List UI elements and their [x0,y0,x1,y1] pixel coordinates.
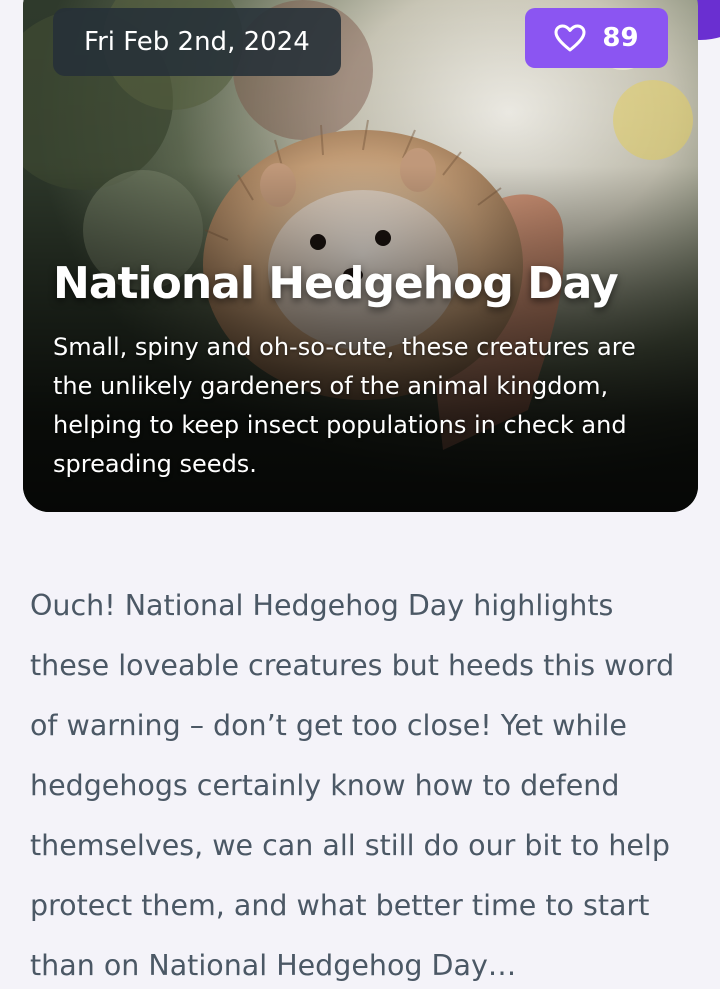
like-count: 89 [602,23,639,53]
like-button[interactable]: 89 [525,8,668,68]
heart-outline-icon [554,24,586,52]
event-title: National Hedgehog Day [53,258,619,309]
article-body: Ouch! National Hedgehog Day highlights t… [30,589,675,982]
date-chip: Fri Feb 2nd, 2024 [53,8,341,76]
hero-card: Fri Feb 2nd, 2024 89 National Hedgehog D… [23,0,698,512]
event-summary: Small, spiny and oh-so-cute, these creat… [53,333,636,478]
event-detail-page: Fri Feb 2nd, 2024 89 National Hedgehog D… [0,0,720,989]
